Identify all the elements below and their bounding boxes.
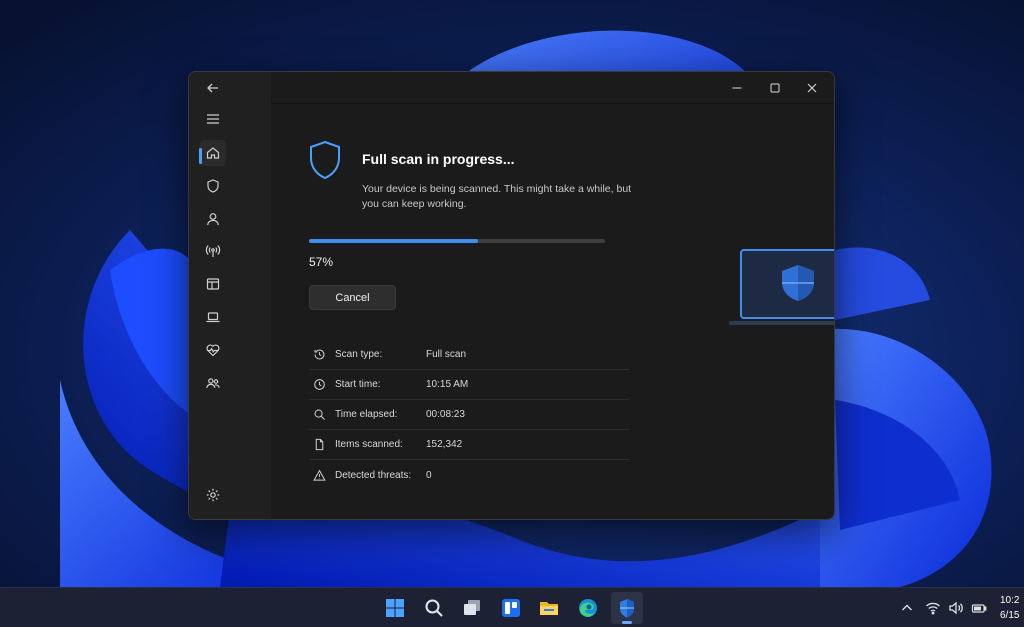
- back-button[interactable]: [200, 75, 226, 101]
- detail-row-detected-threats: Detected threats: 0: [309, 460, 629, 490]
- hamburger-menu-button[interactable]: [200, 106, 226, 132]
- sidebar-item-firewall[interactable]: [200, 238, 226, 264]
- maximize-button[interactable]: [761, 78, 789, 98]
- people-icon: [206, 378, 220, 389]
- sidebar-item-home[interactable]: [199, 140, 226, 166]
- detail-label: Start time:: [335, 379, 381, 390]
- scan-progress-bar: [309, 239, 605, 243]
- battery-button[interactable]: [970, 599, 988, 617]
- search-icon: [313, 408, 327, 422]
- sidebar-item-device-security[interactable]: [200, 304, 226, 330]
- shield-icon: [207, 179, 219, 193]
- laptop-icon: [206, 312, 220, 323]
- home-icon: [206, 147, 220, 159]
- file-explorer-button[interactable]: [533, 592, 565, 624]
- cancel-button[interactable]: Cancel: [309, 285, 396, 310]
- taskbar: 10:2 6/15: [0, 587, 1024, 627]
- back-arrow-icon: [207, 83, 218, 93]
- minimize-button[interactable]: [723, 78, 751, 98]
- scan-title: Full scan in progress...: [362, 151, 515, 167]
- battery-icon: [971, 604, 987, 613]
- history-icon: [313, 348, 327, 362]
- scan-details: Scan type: Full scan Start time: 10:15 A…: [309, 340, 629, 490]
- detail-label: Items scanned:: [335, 439, 403, 450]
- windows-security-taskbar-button[interactable]: [611, 592, 643, 624]
- file-explorer-icon: [540, 602, 558, 615]
- laptop-shield-illustration: [729, 249, 834, 325]
- detail-row-items-scanned: Items scanned: 152,342: [309, 430, 629, 460]
- task-view-button[interactable]: [456, 592, 488, 624]
- show-hidden-icons-button[interactable]: [898, 599, 916, 617]
- person-icon: [207, 213, 219, 226]
- detail-value: 00:08:23: [426, 409, 465, 420]
- detail-row-time-elapsed: Time elapsed: 00:08:23: [309, 400, 629, 430]
- search-icon: [425, 599, 443, 617]
- edge-browser-button[interactable]: [572, 592, 604, 624]
- warning-icon: [313, 468, 327, 482]
- network-button[interactable]: [924, 599, 942, 617]
- scan-description: Your device is being scanned. This might…: [362, 183, 632, 210]
- start-button[interactable]: [379, 592, 411, 624]
- detail-label: Scan type:: [335, 349, 383, 360]
- active-indicator: [199, 148, 202, 164]
- close-button[interactable]: [798, 78, 826, 98]
- close-icon: [807, 83, 817, 93]
- heart-pulse-icon: [206, 344, 220, 357]
- clock-time: 10:2: [1000, 595, 1020, 606]
- document-icon: [313, 438, 327, 452]
- taskbar-search-button[interactable]: [418, 592, 450, 624]
- detail-value: Full scan: [426, 349, 467, 360]
- sidebar-item-app-browser-control[interactable]: [200, 271, 226, 297]
- detail-value: 0: [426, 469, 432, 481]
- shield-icon: [310, 140, 340, 180]
- sidebar: [189, 72, 271, 519]
- minimize-icon: [732, 87, 742, 89]
- clock-date: 6/15: [1000, 610, 1020, 621]
- wifi-icon: [926, 602, 940, 615]
- sidebar-item-device-performance[interactable]: [200, 337, 226, 363]
- maximize-icon: [770, 83, 780, 93]
- widgets-icon: [502, 599, 520, 617]
- speaker-icon: [949, 601, 963, 615]
- hamburger-icon: [207, 114, 219, 124]
- task-view-icon: [464, 600, 480, 615]
- sidebar-item-family-options[interactable]: [200, 370, 226, 396]
- sidebar-item-virus-protection[interactable]: [200, 173, 226, 199]
- running-indicator: [622, 621, 632, 624]
- antenna-icon: [205, 245, 221, 257]
- chevron-up-icon: [902, 604, 912, 611]
- gear-icon: [206, 488, 220, 502]
- detail-value: 152,342: [426, 439, 463, 450]
- settings-button[interactable]: [200, 482, 226, 508]
- clock-icon: [313, 378, 327, 392]
- windows-start-icon: [386, 599, 404, 617]
- app-window-icon: [206, 278, 220, 290]
- detail-value: 10:15 AM: [426, 379, 469, 390]
- detail-label: Time elapsed:: [335, 409, 398, 420]
- system-clock[interactable]: 10:2 6/15: [1000, 593, 1019, 623]
- progress-percentage: 57%: [309, 255, 334, 269]
- progress-fill: [309, 239, 478, 243]
- detail-row-start-time: Start time: 10:15 AM: [309, 370, 629, 400]
- main-content: Full scan in progress... Your device is …: [271, 104, 834, 519]
- detail-label: Detected threats:: [335, 469, 412, 481]
- title-bar: [271, 72, 834, 104]
- windows-security-icon: [620, 599, 634, 618]
- sidebar-item-account-protection[interactable]: [200, 206, 226, 232]
- widgets-button[interactable]: [495, 592, 527, 624]
- windows-security-window: Full scan in progress... Your device is …: [188, 71, 835, 520]
- detail-row-scan-type: Scan type: Full scan: [309, 340, 629, 370]
- volume-button[interactable]: [947, 599, 965, 617]
- edge-icon: [579, 599, 597, 617]
